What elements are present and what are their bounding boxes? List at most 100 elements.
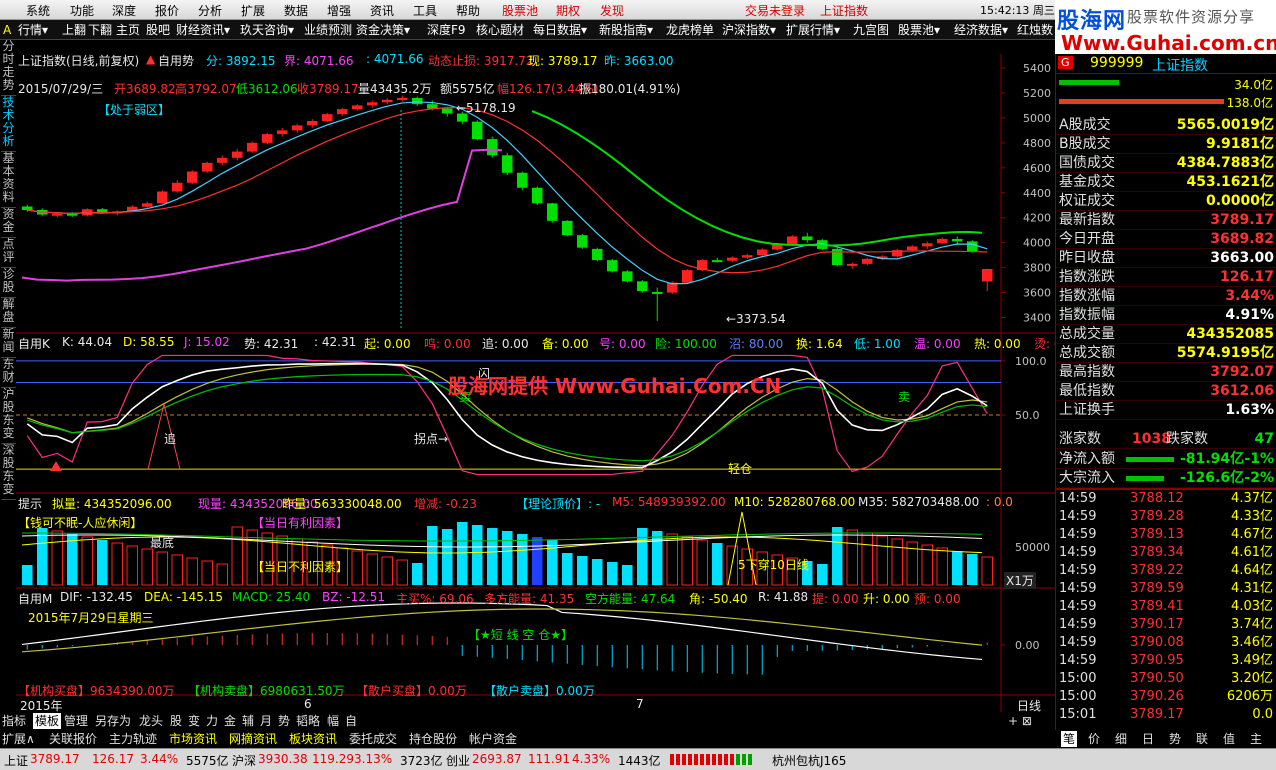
toolbar-button[interactable]: 深度F9: [427, 22, 466, 38]
indicator-name[interactable]: 自用势: [158, 52, 194, 69]
y-tick-label: 3400: [1023, 312, 1051, 325]
indicator-tab[interactable]: 龙头: [139, 713, 163, 729]
quote-tab[interactable]: 日: [1142, 731, 1154, 747]
extension-tab[interactable]: 委托成交: [349, 731, 397, 747]
toolbar-button[interactable]: 红烛数: [1017, 22, 1053, 38]
volume-bar: [231, 526, 243, 586]
indicator-tab[interactable]: 股: [170, 713, 182, 729]
indicator-tab[interactable]: 幅: [327, 713, 339, 729]
left-tab[interactable]: 新闻: [1, 328, 16, 358]
menu-item[interactable]: 扩展: [241, 2, 265, 19]
indicator-tab[interactable]: 模板: [33, 713, 62, 729]
menu-item[interactable]: 系统: [26, 2, 50, 19]
quote-tab[interactable]: 势: [1169, 731, 1181, 747]
indicator-tab[interactable]: 月: [260, 713, 272, 729]
menu-item[interactable]: 增强: [327, 2, 351, 19]
left-tab[interactable]: 分时走势: [1, 40, 16, 96]
status-hs_v: 3930.38: [258, 752, 308, 766]
bar-info-open: 开3689.82: [114, 82, 176, 96]
quote-tab[interactable]: 主: [1250, 731, 1262, 747]
toolbar-button[interactable]: 九宫图: [853, 22, 889, 38]
menu-hot-item[interactable]: 股票池: [502, 2, 538, 19]
indicator-value: 低: 1.00: [854, 337, 901, 351]
menu-item[interactable]: 报价: [155, 2, 179, 19]
toolbar-button[interactable]: 下翻: [88, 22, 112, 38]
macd-short-signal: 【★短 线 空 仓★】: [468, 628, 573, 642]
indicator-tab[interactable]: 势: [278, 713, 290, 729]
left-tab[interactable]: 诊股: [1, 268, 16, 298]
quote-tab[interactable]: 笔: [1061, 731, 1078, 747]
left-tab[interactable]: 技术分析: [1, 96, 16, 152]
extension-tab[interactable]: 市场资讯: [169, 731, 217, 747]
zoom-controls[interactable]: + ⊠: [1008, 713, 1032, 729]
toolbar-button[interactable]: 资金决策▾: [356, 22, 410, 38]
extension-tab[interactable]: 扩展∧: [2, 731, 35, 747]
toolbar-button[interactable]: 主页: [116, 22, 140, 38]
indicator-value: 鸣: 0.00: [424, 337, 471, 351]
indicator-value: 号: 0.00: [599, 337, 646, 351]
menu-item[interactable]: 帮助: [456, 2, 480, 19]
quote-label: 最高指数: [1059, 364, 1115, 380]
menu-item[interactable]: 数据: [284, 2, 308, 19]
toolbar-button[interactable]: 经济数据▾: [954, 22, 1008, 38]
menu-item[interactable]: 功能: [70, 2, 94, 19]
toolbar-button[interactable]: 沪深指数▾: [722, 22, 776, 38]
extension-tab[interactable]: 主力轨迹: [109, 731, 157, 747]
tick-row: 14:59 3789.22 4.64亿: [1056, 562, 1276, 580]
quote-label: 最低指数: [1059, 383, 1115, 399]
extension-tab[interactable]: 板块资讯: [289, 731, 337, 747]
indicator-tab[interactable]: 指标: [2, 713, 26, 729]
toolbar-button[interactable]: 行情▾: [18, 22, 48, 38]
left-tab[interactable]: 资金: [1, 208, 16, 238]
extension-tab[interactable]: 帐户资金: [469, 731, 517, 747]
toolbar-button[interactable]: 龙虎榜单: [666, 22, 714, 38]
indicator-tab[interactable]: 另存为: [95, 713, 131, 729]
indicator-tab[interactable]: 金: [224, 713, 236, 729]
tick-volume: 6206万: [1226, 689, 1273, 704]
toolbar-button[interactable]: 扩展行情▾: [786, 22, 840, 38]
extension-tab[interactable]: 关联报价: [49, 731, 97, 747]
menu-item[interactable]: 分析: [198, 2, 222, 19]
left-tab[interactable]: 东财: [1, 358, 16, 388]
left-tab[interactable]: 深股东变: [1, 444, 16, 500]
left-tab[interactable]: 点评: [1, 238, 16, 268]
toolbar-button[interactable]: 上翻: [62, 22, 86, 38]
menu-hot-item[interactable]: 发现: [600, 2, 624, 19]
indicator-tab[interactable]: 管理: [64, 713, 88, 729]
indicator-tab[interactable]: 自: [345, 713, 357, 729]
trend-state: 【处于弱区】: [98, 103, 171, 117]
toolbar-button[interactable]: 核心题材: [476, 22, 524, 38]
menu-hot-item[interactable]: 期权: [556, 2, 580, 19]
toolbar-button[interactable]: 股票池▾: [898, 22, 940, 38]
toolbar-button[interactable]: 股吧: [146, 22, 170, 38]
indicator-tab[interactable]: 力: [206, 713, 218, 729]
toolbar-button[interactable]: 业绩预测: [304, 22, 352, 38]
menu-item[interactable]: 工具: [413, 2, 437, 19]
menu-item[interactable]: 深度: [112, 2, 136, 19]
left-tab[interactable]: 解盘: [1, 298, 16, 328]
extension-tab[interactable]: 网摘资讯: [229, 731, 277, 747]
quote-row: 最高指数 3792.07: [1056, 363, 1276, 382]
quote-tab[interactable]: 联: [1196, 731, 1208, 747]
quote-tab[interactable]: 值: [1223, 731, 1235, 747]
menu-item[interactable]: 资讯: [370, 2, 394, 19]
toolbar-button[interactable]: 财经资讯▾: [176, 22, 230, 38]
toolbar-button[interactable]: 玖天咨询▾: [240, 22, 294, 38]
toolbar-button[interactable]: 每日数据▾: [533, 22, 587, 38]
advance-label: 涨家数: [1059, 431, 1101, 447]
quote-tab[interactable]: 细: [1115, 731, 1127, 747]
left-tab[interactable]: 基本资料: [1, 152, 16, 208]
quote-value: 434352085: [1186, 326, 1274, 342]
indicator-tab[interactable]: 辅: [242, 713, 254, 729]
quote-label: 昨日收盘: [1059, 250, 1115, 266]
status-cy: 创业: [446, 754, 471, 768]
quote-tab[interactable]: 价: [1088, 731, 1100, 747]
extension-tab[interactable]: 持仓股份: [409, 731, 457, 747]
indicator-value: 提示: [18, 497, 43, 511]
indicator-tab[interactable]: 韬略: [296, 713, 320, 729]
indicator-tab[interactable]: 变: [188, 713, 200, 729]
left-tab[interactable]: 沪股东变: [1, 388, 16, 444]
toolbar-button[interactable]: 新股指南▾: [599, 22, 653, 38]
login-status[interactable]: 交易未登录: [745, 2, 805, 19]
quote-row: 指数振幅 4.91%: [1056, 306, 1276, 325]
